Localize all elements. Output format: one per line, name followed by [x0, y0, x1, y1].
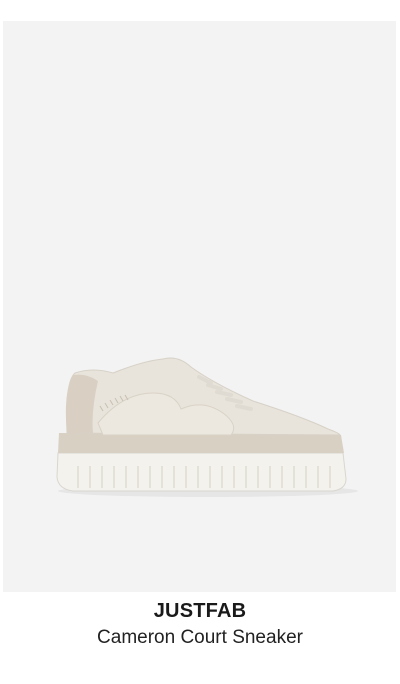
product-name[interactable]: Cameron Court Sneaker	[0, 627, 400, 649]
product-image[interactable]	[3, 21, 396, 592]
product-brand[interactable]: JUSTFAB	[0, 600, 400, 623]
sneaker-illustration	[56, 357, 358, 497]
product-card[interactable]: JUSTFAB Cameron Court Sneaker	[0, 0, 400, 684]
foxing-band	[58, 433, 344, 453]
shoe-sole	[56, 452, 347, 492]
